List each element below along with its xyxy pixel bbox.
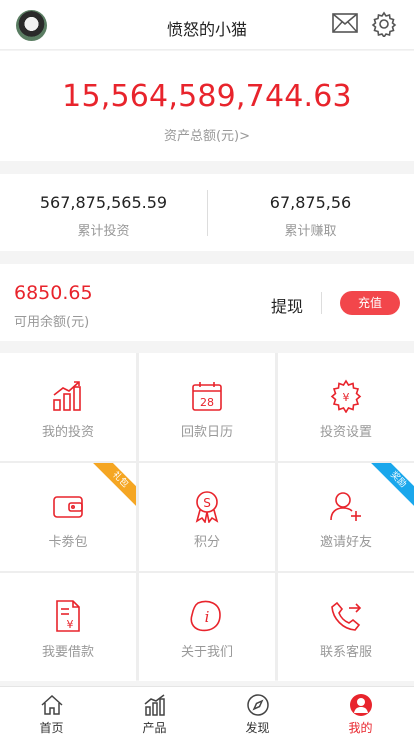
svg-text:¥: ¥ — [343, 391, 350, 404]
gear-yen-icon: ¥ — [330, 379, 362, 413]
document-yen-icon: ¥ — [56, 600, 80, 632]
menu-label: 邀请好友 — [319, 535, 372, 550]
svg-text:28: 28 — [200, 396, 214, 409]
phone-icon — [331, 601, 362, 631]
svg-text:¥: ¥ — [67, 618, 74, 631]
add-user-icon — [330, 492, 361, 521]
tab-products[interactable]: 产品 — [103, 687, 206, 736]
stat-invested: 567,875,565.59 累计投资 — [0, 174, 207, 251]
gear-icon[interactable] — [371, 11, 397, 37]
menu-borrow[interactable]: ¥ 我要借款 — [0, 573, 136, 681]
reward-ribbon: 奖励 — [364, 463, 414, 514]
tab-discover[interactable]: 发现 — [206, 687, 309, 736]
chart-icon — [144, 694, 165, 716]
menu-label: 我要借款 — [41, 645, 94, 660]
page: 愤怒的小猫 15,564,589,744.63 资产总额(元)> 567,875… — [0, 0, 414, 736]
info-icon: i — [190, 600, 221, 632]
compass-icon — [246, 694, 269, 716]
tab-home[interactable]: 首页 — [0, 687, 103, 736]
menu-label: 关于我们 — [180, 645, 233, 660]
stats-panel: 567,875,565.59 累计投资 67,875,56 累计赚取 — [0, 174, 414, 251]
tab-label: 发现 — [245, 721, 270, 735]
mail-icon[interactable] — [332, 13, 358, 33]
svg-text:S: S — [203, 496, 211, 510]
menu-my-investment[interactable]: 我的投资 — [0, 353, 136, 461]
stat-label: 累计赚取 — [284, 224, 337, 239]
wallet-icon — [53, 496, 83, 518]
tab-label: 我的 — [348, 721, 373, 735]
total-assets-panel[interactable]: 15,564,589,744.63 资产总额(元)> — [0, 51, 414, 161]
menu-points[interactable]: S 积分 — [139, 463, 275, 571]
balance-amount: 6850.65 — [14, 282, 93, 304]
recharge-button[interactable]: 充值 — [340, 291, 400, 315]
total-assets-label[interactable]: 资产总额(元)> — [0, 125, 414, 144]
stat-value: 67,875,56 — [269, 193, 352, 212]
menu-invite-friends[interactable]: 邀请好友 奖励 — [278, 463, 414, 571]
divider — [321, 292, 322, 314]
tab-label: 首页 — [39, 721, 64, 735]
balance-panel: 6850.65 可用余额(元) 提现 充值 — [0, 264, 414, 341]
balance-label: 可用余额(元) — [14, 315, 90, 330]
tab-mine[interactable]: 我的 — [309, 687, 412, 736]
svg-text:i: i — [205, 608, 210, 626]
menu-label: 积分 — [193, 535, 220, 550]
tab-bar: 首页 产品 发现 我的 — [0, 686, 414, 736]
tab-label: 产品 — [142, 721, 167, 735]
home-icon — [40, 694, 63, 715]
menu-label: 我的投资 — [41, 425, 94, 440]
total-assets-amount: 15,564,589,744.63 — [62, 79, 352, 114]
stat-value: 567,875,565.59 — [39, 193, 168, 212]
stat-label: 累计投资 — [77, 224, 130, 239]
menu-customer-service[interactable]: 联系客服 — [278, 573, 414, 681]
user-icon — [349, 694, 372, 716]
menu-label: 回款日历 — [180, 425, 233, 440]
gift-ribbon: 礼包 — [86, 463, 136, 514]
header: 愤怒的小猫 — [0, 0, 414, 50]
medal-icon: S — [195, 491, 219, 523]
menu-card-wallet[interactable]: 卡劵包 礼包 — [0, 463, 136, 571]
menu-about-us[interactable]: i 关于我们 — [139, 573, 275, 681]
menu-grid: 我的投资 28 回款日历 ¥ 投资设置 卡劵包 礼包 S 积分 邀请好友 奖励 … — [0, 353, 414, 681]
menu-investment-settings[interactable]: ¥ 投资设置 — [278, 353, 414, 461]
bar-chart-icon — [53, 381, 81, 411]
calendar-icon: 28 — [192, 382, 222, 411]
menu-label: 投资设置 — [319, 425, 372, 440]
stat-earned: 67,875,56 累计赚取 — [207, 174, 414, 251]
menu-label: 联系客服 — [319, 645, 372, 660]
withdraw-button[interactable]: 提现 — [271, 293, 303, 317]
menu-payment-calendar[interactable]: 28 回款日历 — [139, 353, 275, 461]
menu-label: 卡劵包 — [48, 535, 88, 550]
